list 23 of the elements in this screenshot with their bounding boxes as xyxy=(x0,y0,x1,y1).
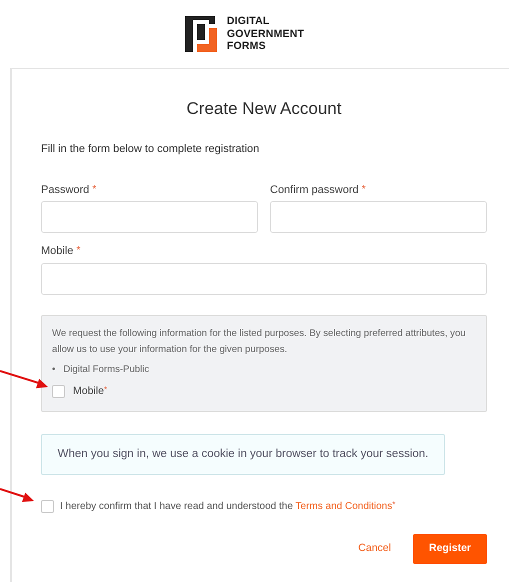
input-field[interactable] xyxy=(270,201,487,234)
logo-icon xyxy=(184,16,219,52)
page-title: Create New Account xyxy=(186,99,342,120)
checkbox-label: Mobile* xyxy=(73,384,108,399)
input-field[interactable] xyxy=(41,201,258,234)
bullet-text: • xyxy=(52,363,56,378)
field-label: Confirm password * xyxy=(270,182,367,198)
checkbox[interactable] xyxy=(41,500,54,513)
purpose-text: Digital Forms-Public xyxy=(63,363,150,378)
field-label: Mobile * xyxy=(41,244,82,260)
cancel-button[interactable]: Cancel xyxy=(358,540,391,557)
terms-link[interactable]: Terms and Conditions xyxy=(296,500,392,512)
input-field[interactable] xyxy=(41,262,487,295)
checkbox[interactable] xyxy=(52,385,65,398)
field-label: Password * xyxy=(41,182,98,198)
arrow-annotation xyxy=(0,488,34,502)
cookie-notice: When you sign in, we use a cookie in your browser to track your session. xyxy=(41,434,445,475)
arrow-annotation xyxy=(0,370,48,388)
terms-text: I hereby confirm that I have read and understood the Terms and Conditions* xyxy=(60,498,396,514)
intro-text: Fill in the form below to complete registration xyxy=(41,142,260,158)
register-button[interactable]: Register xyxy=(412,534,487,564)
logo-text: DIGITAL GOVERNMENT FORMS xyxy=(226,15,304,53)
consent-text: We request the following information for the listed purposes. By selecting preferred attributes, you allow us to use your information for the given purposes. xyxy=(52,326,467,358)
